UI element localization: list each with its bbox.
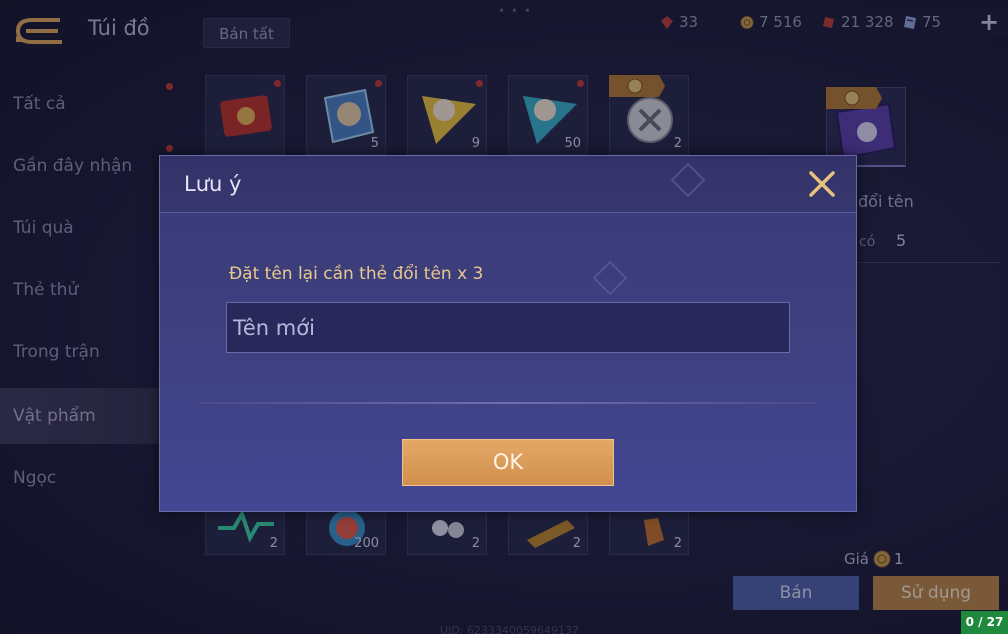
new-name-input[interactable] bbox=[226, 302, 790, 353]
close-button[interactable] bbox=[806, 168, 838, 200]
close-icon bbox=[809, 171, 835, 197]
inventory-screen: • • • Túi đồ Bán tất 33 7 516 21 328 75 … bbox=[0, 0, 1008, 634]
rename-dialog: Lưu ý Đặt tên lại cần thẻ đổi tên x 3 OK bbox=[159, 155, 857, 512]
emblem-icon bbox=[670, 162, 706, 198]
emblem-icon bbox=[592, 260, 628, 296]
divider bbox=[200, 402, 816, 404]
dialog-header bbox=[160, 156, 856, 213]
dialog-title: Lưu ý bbox=[184, 172, 242, 196]
ok-button[interactable]: OK bbox=[402, 439, 614, 486]
item-counter: 0 / 27 bbox=[961, 611, 1008, 634]
dialog-message: Đặt tên lại cần thẻ đổi tên x 3 bbox=[229, 264, 484, 284]
